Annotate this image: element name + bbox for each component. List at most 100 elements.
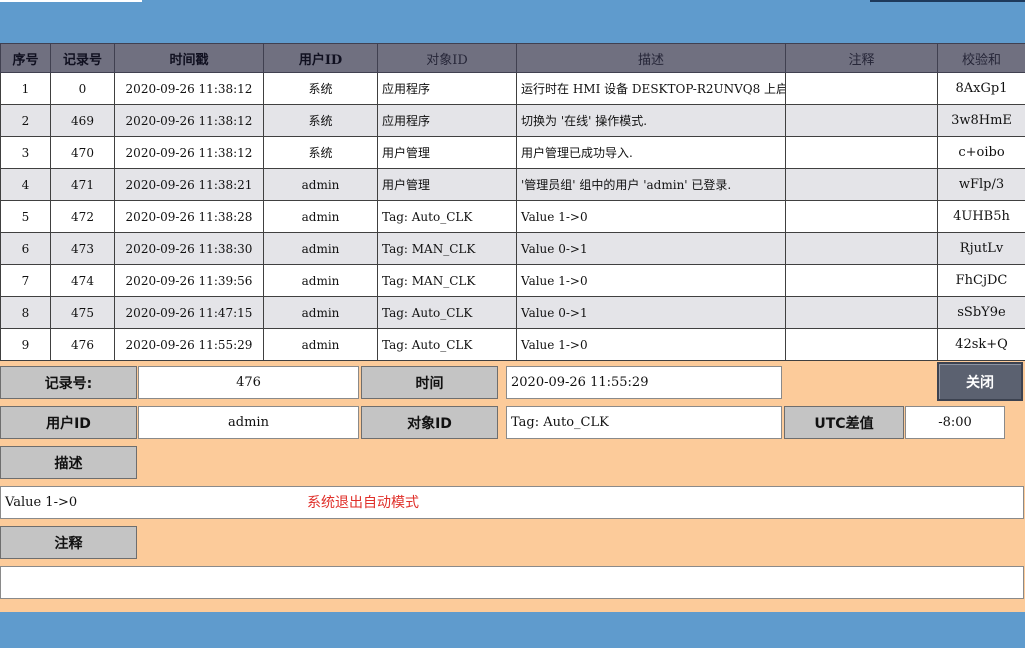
audit-log-table: 序号 记录号 时间戳 用户ID 对象ID 描述 注释 校验和 1 0 2020-09… (0, 43, 1025, 361)
description-label: 描述 (0, 446, 137, 479)
cell-user-id: 系统 (263, 136, 378, 169)
cell-user-id: admin (263, 200, 378, 233)
cell-timestamp: 2020-09-26 11:39:56 (114, 264, 264, 297)
cell-comment (785, 200, 938, 233)
cell-checksum: c+oibo (937, 136, 1025, 169)
cell-checksum: wFlp/3 (937, 168, 1025, 201)
cell-record-no: 469 (50, 104, 115, 137)
cell-timestamp: 2020-09-26 11:38:12 (114, 136, 264, 169)
cell-user-id: admin (263, 328, 378, 361)
cell-timestamp: 2020-09-26 11:55:29 (114, 328, 264, 361)
cell-description: Value 0->1 (516, 296, 786, 329)
cell-record-no: 473 (50, 232, 115, 265)
cell-checksum: 8AxGp1 (937, 72, 1025, 105)
time-field[interactable]: 2020-09-26 11:55:29 (506, 366, 782, 399)
cell-comment (785, 328, 938, 361)
cell-comment (785, 104, 938, 137)
cell-checksum: 3w8HmE (937, 104, 1025, 137)
user-id-field[interactable]: admin (138, 406, 359, 439)
cell-description: 切换为 '在线' 操作模式. (516, 104, 786, 137)
cell-user-id: admin (263, 264, 378, 297)
record-detail-panel: 记录号: 476 时间 2020-09-26 11:55:29 关闭 用户ID … (0, 362, 1025, 612)
user-id-label: 用户ID (0, 406, 137, 439)
comment-label: 注释 (0, 526, 137, 559)
cell-index: 4 (0, 168, 51, 201)
top-strip-right (870, 0, 1025, 2)
cell-description: Value 1->0 (516, 200, 786, 233)
cell-record-no: 471 (50, 168, 115, 201)
cell-object-id: 用户管理 (377, 136, 517, 169)
cell-description: Value 0->1 (516, 232, 786, 265)
cell-timestamp: 2020-09-26 11:38:12 (114, 72, 264, 105)
table-row[interactable]: 2 469 2020-09-26 11:38:12 系统 应用程序 切换为 '在线' 操作… (0, 104, 1025, 137)
column-header-timestamp[interactable]: 时间戳 (114, 43, 264, 73)
record-no-label: 记录号: (0, 366, 137, 399)
cell-checksum: 4UHB5h (937, 200, 1025, 233)
column-header-description[interactable]: 描述 (516, 43, 786, 73)
cell-checksum: sSbY9e (937, 296, 1025, 329)
cell-description: 运行时在 HMI 设备 DESKTOP-R2UNVQ8 上启动 (516, 72, 786, 105)
cell-object-id: Tag: Auto_CLK (377, 200, 517, 233)
column-header-index[interactable]: 序号 (0, 43, 51, 73)
table-row[interactable]: 3 470 2020-09-26 11:38:12 系统 用户管理 用户管理已成功导入. c… (0, 136, 1025, 169)
column-header-record-no[interactable]: 记录号 (50, 43, 115, 73)
cell-record-no: 476 (50, 328, 115, 361)
cell-object-id: 用户管理 (377, 168, 517, 201)
table-header-row: 序号 记录号 时间戳 用户ID 对象ID 描述 注释 校验和 (0, 43, 1025, 73)
top-banner (0, 0, 1025, 44)
column-header-comment[interactable]: 注释 (785, 43, 938, 73)
cell-object-id: Tag: MAN_CLK (377, 232, 517, 265)
column-header-user-id[interactable]: 用户ID (263, 43, 378, 73)
close-button[interactable]: 关闭 (937, 362, 1023, 401)
table-row[interactable]: 8 475 2020-09-26 11:47:15 admin Tag: Auto_CL… (0, 296, 1025, 329)
description-field[interactable]: Value 1->0 系统退出自动模式 (0, 486, 1024, 519)
object-id-field[interactable]: Tag: Auto_CLK (506, 406, 782, 439)
cell-comment (785, 296, 938, 329)
cell-timestamp: 2020-09-26 11:38:28 (114, 200, 264, 233)
top-strip-left (0, 0, 142, 2)
cell-description: Value 1->0 (516, 264, 786, 297)
table-row[interactable]: 9 476 2020-09-26 11:55:29 admin Tag: Auto_CL… (0, 328, 1025, 361)
cell-timestamp: 2020-09-26 11:47:15 (114, 296, 264, 329)
cell-description: Value 1->0 (516, 328, 786, 361)
object-id-label: 对象ID (361, 406, 498, 439)
cell-timestamp: 2020-09-26 11:38:30 (114, 232, 264, 265)
record-no-field[interactable]: 476 (138, 366, 359, 399)
cell-index: 1 (0, 72, 51, 105)
comment-field[interactable] (0, 566, 1024, 599)
table-row[interactable]: 1 0 2020-09-26 11:38:12 系统 应用程序 运行时在 HMI 设备 D… (0, 72, 1025, 105)
cell-record-no: 470 (50, 136, 115, 169)
table-row[interactable]: 6 473 2020-09-26 11:38:30 admin Tag: MAN_CLK… (0, 232, 1025, 265)
cell-user-id: admin (263, 232, 378, 265)
table-row[interactable]: 5 472 2020-09-26 11:38:28 admin Tag: Auto_CL… (0, 200, 1025, 233)
column-header-checksum[interactable]: 校验和 (937, 43, 1025, 73)
cell-object-id: 应用程序 (377, 72, 517, 105)
cell-object-id: 应用程序 (377, 104, 517, 137)
cell-description: '管理员组' 组中的用户 'admin' 已登录. (516, 168, 786, 201)
cell-comment (785, 136, 938, 169)
table-row[interactable]: 7 474 2020-09-26 11:39:56 admin Tag: MAN_CLK… (0, 264, 1025, 297)
cell-record-no: 472 (50, 200, 115, 233)
column-header-object-id[interactable]: 对象ID (377, 43, 517, 73)
cell-index: 2 (0, 104, 51, 137)
cell-user-id: 系统 (263, 72, 378, 105)
cell-comment (785, 264, 938, 297)
cell-object-id: Tag: MAN_CLK (377, 264, 517, 297)
cell-comment (785, 72, 938, 105)
utc-offset-label: UTC差值 (784, 406, 904, 439)
cell-timestamp: 2020-09-26 11:38:12 (114, 104, 264, 137)
cell-timestamp: 2020-09-26 11:38:21 (114, 168, 264, 201)
description-note: 系统退出自动模式 (307, 495, 419, 511)
table-row[interactable]: 4 471 2020-09-26 11:38:21 admin 用户管理 '管理员组' 组… (0, 168, 1025, 201)
time-label: 时间 (361, 366, 498, 399)
cell-index: 5 (0, 200, 51, 233)
cell-record-no: 0 (50, 72, 115, 105)
cell-record-no: 475 (50, 296, 115, 329)
description-value: Value 1->0 (5, 495, 78, 510)
cell-index: 8 (0, 296, 51, 329)
cell-object-id: Tag: Auto_CLK (377, 296, 517, 329)
cell-index: 3 (0, 136, 51, 169)
cell-comment (785, 232, 938, 265)
cell-checksum: RjutLv (937, 232, 1025, 265)
utc-offset-field[interactable]: -8:00 (905, 406, 1005, 439)
